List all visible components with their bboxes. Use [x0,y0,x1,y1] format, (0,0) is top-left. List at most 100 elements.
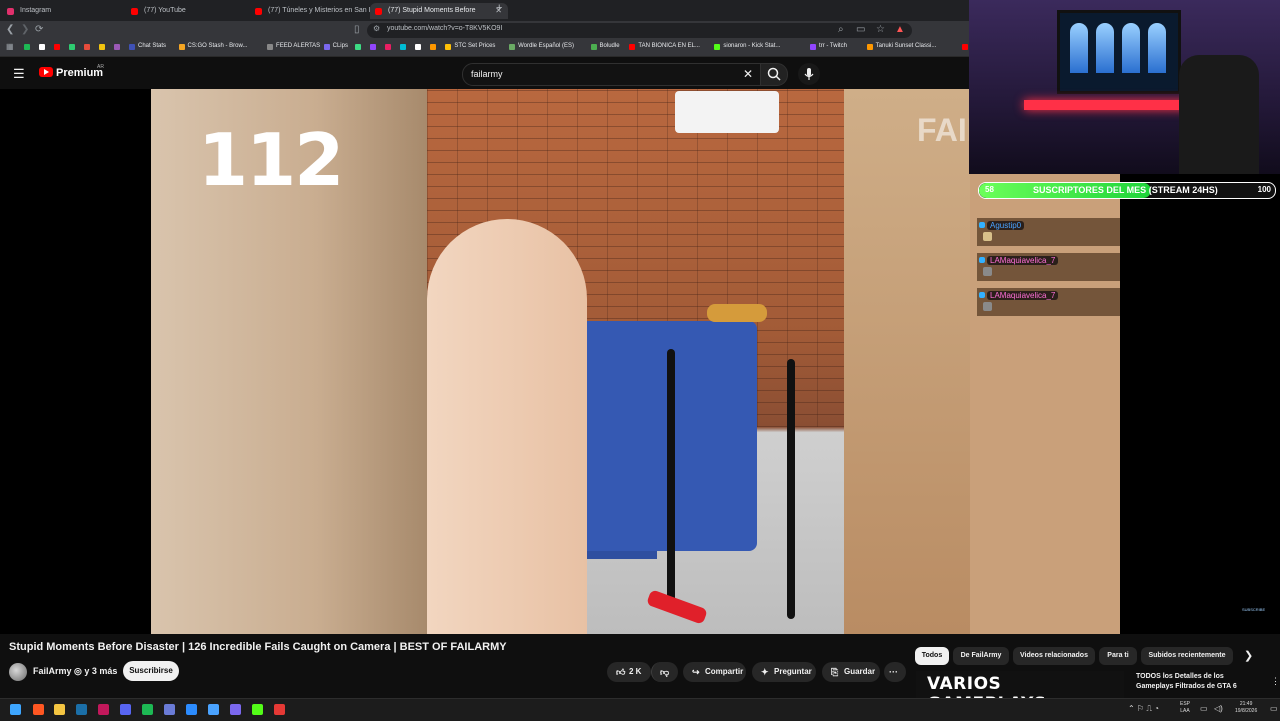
navigation-bar: ❮ ❯ ⟳ ▯ ⚙ youtube.com/watch?v=o-T8KV5KO9… [0,21,970,40]
chip-recent[interactable]: Subidos recientemente [1141,647,1233,665]
tab-instagram[interactable]: Instagram [2,3,140,19]
network-icon[interactable]: ▭ [1200,704,1208,713]
clock[interactable]: 21:49 19/8/2026 [1235,701,1257,715]
language-indicator[interactable]: ESP LAA [1180,701,1190,715]
bookmark-icon[interactable]: ▯ [354,24,360,35]
notification-icon[interactable]: ▭ [1270,704,1278,713]
discord-icon[interactable] [120,704,131,715]
chip-related[interactable]: Videos relacionados [1013,647,1095,665]
chat-username: LAMaquiavelica_7 [987,291,1059,300]
recommended-thumbnail[interactable]: VARIOS GAMEPLAYS [916,671,1124,714]
back-icon[interactable]: ❮ [6,24,14,35]
app-icon[interactable] [274,704,285,715]
extension-icon[interactable]: ▲ [895,24,905,35]
bookmark-item[interactable]: CS:GO Stash - Brow... [178,43,248,50]
channel-avatar[interactable] [9,663,27,681]
bookmark-item[interactable]: sionaron - Kick Stat... [714,43,780,50]
file-explorer-icon[interactable] [54,704,65,715]
tab-youtube[interactable]: (77) YouTube [126,3,264,19]
chevron-right-icon[interactable]: ❯ [1244,649,1253,662]
lang-secondary: LAA [1180,708,1190,714]
youtube-header: ☰ Premium AR failarmy ✕ [0,57,970,89]
windows-start-icon[interactable] [10,704,21,715]
kick-icon[interactable] [252,704,263,715]
app-icon[interactable] [186,704,197,715]
search-icon [767,67,781,81]
address-bar[interactable]: ⚙ youtube.com/watch?v=o-T8KV5KO9I [367,23,912,38]
youtube-logo-icon[interactable] [39,67,53,77]
zoom-icon[interactable]: ⌕ [838,24,844,35]
bookmark-label: Wordle Español (ES) [518,43,575,49]
site-info-icon[interactable]: ⚙ [373,24,380,33]
chip-from-channel[interactable]: De FailArmy [953,647,1009,665]
volume-icon[interactable]: ◁) [1214,704,1223,713]
sparkle-icon: ✦ [761,667,769,677]
subscriber-goal-title: SUSCRIPTORES DEL MES (STREAM 24HS) [1033,185,1218,195]
brave-icon[interactable] [33,704,44,715]
bookmark-item[interactable]: Boludle [590,43,620,50]
bookmark-favicon-icon [370,44,377,50]
menu-icon[interactable]: ☰ [13,66,25,82]
search-value: failarmy [471,69,503,79]
bookmark-label: CLips [332,43,348,49]
bookmark-label: CS:GO Stash - Brow... [187,43,248,49]
ask-button[interactable]: ✦ Preguntar [752,662,816,682]
chip-for-you[interactable]: Para ti [1099,647,1137,665]
badge-icon [979,292,985,298]
save-button[interactable]: ⎘ Guardar [822,662,880,682]
search-button[interactable] [760,63,788,86]
bookmark-item[interactable]: CLips [323,43,348,50]
star-icon[interactable]: ☆ [876,24,885,35]
new-tab-button[interactable]: + [496,2,502,14]
bookmark-favicon-icon [54,44,60,50]
bookmark-favicon-icon [84,44,90,50]
like-button[interactable]: 👍︎ 2 K [607,662,651,682]
recommended-title[interactable]: TODOS los Detalles de los Gameplays Filt… [1136,672,1256,692]
subscribe-button[interactable]: Suscribirse [123,661,179,681]
app-icon[interactable] [164,704,175,715]
bookmark-item[interactable]: Chat Stats [129,43,166,50]
app-icon[interactable] [208,704,219,715]
bookmark-favicon-icon [385,44,392,50]
tab-active-video[interactable]: (77) Stupid Moments Before ✕ [370,3,508,19]
bookmark-item[interactable]: FEED ALERTAS [267,43,320,50]
save-icon: ⎘ [831,667,839,677]
video-frame-right [844,89,970,634]
share-button[interactable]: ↪ Compartir [683,662,746,682]
bookmark-item[interactable]: Tanuki Sunset Classi... [866,43,936,50]
lang-primary: ESP [1180,701,1191,707]
apps-grid-icon[interactable]: ▦ [6,42,14,51]
tab-label: (77) Túneles y Misterios en San Isidr [268,7,382,14]
bookmark-favicon-icon [99,44,105,50]
search-input[interactable]: failarmy ✕ [462,63,762,86]
app-icon[interactable] [230,704,241,715]
chat-message: Agustip0 [977,218,1120,246]
steam-icon[interactable] [76,704,87,715]
webcam-feed [969,0,1280,174]
tab-label: (77) Stupid Moments Before [388,7,476,14]
more-icon: ··· [889,667,898,677]
bookmark-favicon-icon [430,44,437,50]
bookmark-favicon-icon [962,44,969,50]
more-vert-icon[interactable]: ⋮ [1271,676,1280,687]
dislike-button[interactable]: 👎︎ [651,662,678,682]
reload-icon[interactable]: ⟳ [35,24,43,35]
bookmark-item[interactable]: STC Set Prices [445,43,495,50]
more-actions-button[interactable]: ··· [884,662,906,682]
forward-icon[interactable]: ❯ [21,24,29,35]
channel-name[interactable]: FailArmy ◎ y 3 más [33,666,117,677]
bookmark-item[interactable]: trr - Twitch [810,43,847,50]
clear-search-icon[interactable]: ✕ [743,67,753,81]
voice-search-button[interactable] [798,63,820,85]
chip-all[interactable]: Todos [915,647,949,665]
video-title: Stupid Moments Before Disaster | 126 Inc… [9,641,507,653]
system-tray-icons[interactable]: ⌃ ⚐ ⎍ ◔ [1128,704,1159,714]
chrome-icon[interactable] [98,704,109,715]
youtube-icon [375,8,382,15]
tab-tuneles[interactable]: (77) Túneles y Misterios en San Isidr [250,3,384,19]
spotify-icon[interactable] [142,704,153,715]
cast-icon[interactable]: ▭ [856,24,865,35]
bookmark-item[interactable]: Wordle Español (ES) [509,43,575,50]
bookmark-item[interactable]: TAN BIONICA EN EL... [629,43,700,50]
tab-label: Instagram [20,7,52,14]
